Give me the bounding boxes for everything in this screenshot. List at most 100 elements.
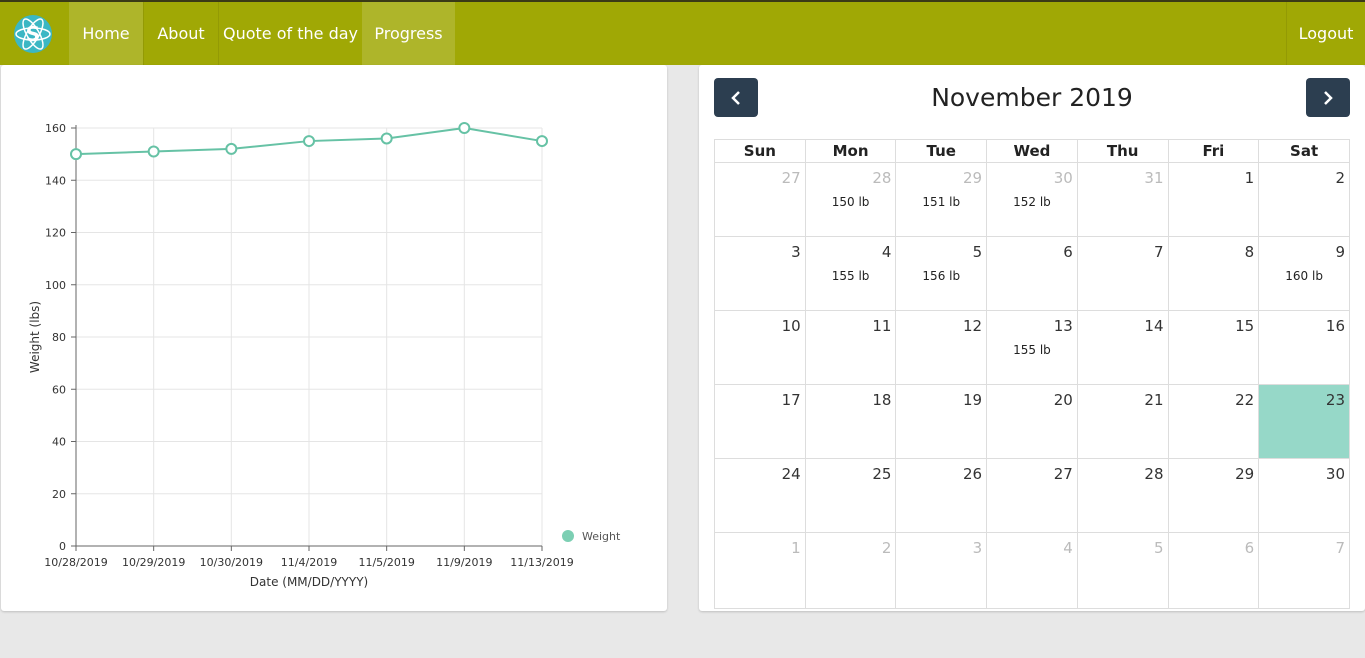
day-number: 4 bbox=[881, 243, 892, 261]
calendar-day[interactable]: 8 bbox=[1167, 236, 1260, 311]
weight-entry[interactable]: 160 lb bbox=[1259, 269, 1349, 283]
day-number: 13 bbox=[1053, 317, 1073, 335]
nav-home[interactable]: Home bbox=[69, 2, 143, 65]
calendar-day[interactable]: 30 152 lb bbox=[986, 162, 1078, 237]
calendar-day[interactable]: 15 bbox=[1167, 310, 1260, 385]
next-month-button[interactable] bbox=[1306, 78, 1350, 117]
day-number: 27 bbox=[1053, 465, 1073, 483]
calendar-day[interactable]: 1 bbox=[1167, 162, 1260, 237]
x-axis-label: Date (MM/DD/YYYY) bbox=[250, 575, 368, 589]
day-number: 21 bbox=[1144, 391, 1164, 409]
calendar-day[interactable]: 17 bbox=[714, 384, 806, 459]
x-tick-label: 11/5/2019 bbox=[358, 556, 414, 569]
weight-entry[interactable]: 155 lb bbox=[806, 269, 896, 283]
legend-marker bbox=[562, 530, 574, 542]
calendar-week-row: 10 11 12 13 155 lb 14 15 16 bbox=[714, 310, 1350, 385]
weekday-header: Sat bbox=[1258, 139, 1350, 163]
logout-button[interactable]: Logout bbox=[1287, 2, 1365, 65]
calendar-day[interactable]: 7 bbox=[1258, 532, 1350, 609]
day-number: 22 bbox=[1235, 391, 1255, 409]
calendar-day[interactable]: 28 bbox=[1076, 458, 1169, 533]
calendar-day[interactable]: 27 bbox=[986, 458, 1078, 533]
x-tick-label: 10/30/2019 bbox=[200, 556, 263, 569]
weight-entry[interactable]: 152 lb bbox=[987, 195, 1077, 209]
nav-quote-of-the-day[interactable]: Quote of the day bbox=[219, 2, 362, 65]
calendar-day[interactable]: 22 bbox=[1167, 384, 1260, 459]
calendar-day-today[interactable]: 23 bbox=[1258, 384, 1350, 459]
calendar-day[interactable]: 5 156 lb bbox=[895, 236, 988, 311]
y-tick-label: 160 bbox=[45, 122, 66, 135]
calendar-day[interactable]: 11 bbox=[804, 310, 897, 385]
calendar-week-row: 17 18 19 20 21 22 23 bbox=[714, 384, 1350, 459]
day-number: 8 bbox=[1244, 243, 1255, 261]
calendar-day[interactable]: 2 bbox=[804, 532, 897, 609]
calendar-day[interactable]: 14 bbox=[1076, 310, 1169, 385]
prev-month-button[interactable] bbox=[714, 78, 758, 117]
calendar-day[interactable]: 1 bbox=[714, 532, 806, 609]
weight-entry[interactable]: 155 lb bbox=[987, 343, 1077, 357]
calendar-day[interactable]: 6 bbox=[1167, 532, 1260, 609]
calendar-day[interactable]: 5 bbox=[1076, 532, 1169, 609]
day-number: 9 bbox=[1335, 243, 1345, 261]
calendar-week-row: 24 25 26 27 28 29 30 bbox=[714, 458, 1350, 533]
calendar-day[interactable]: 7 bbox=[1076, 236, 1169, 311]
weight-entry[interactable]: 151 lb bbox=[896, 195, 986, 209]
day-number: 3 bbox=[791, 243, 801, 261]
weight-data-point bbox=[147, 145, 160, 158]
calendar-day[interactable]: 13 155 lb bbox=[986, 310, 1078, 385]
calendar-day[interactable]: 2 bbox=[1258, 162, 1350, 237]
calendar-day[interactable]: 19 bbox=[895, 384, 988, 459]
weight-line-chart: 0 20 40 60 80 100 120 140 160 10/28/2019 10/29/201… bbox=[28, 122, 621, 589]
day-number: 23 bbox=[1325, 391, 1345, 409]
day-number: 28 bbox=[1144, 465, 1164, 483]
x-tick-label: 10/29/2019 bbox=[122, 556, 185, 569]
y-tick-label: 100 bbox=[45, 279, 66, 292]
calendar-day[interactable]: 28 150 lb bbox=[804, 162, 897, 237]
calendar-day[interactable]: 30 bbox=[1258, 458, 1350, 533]
day-number: 24 bbox=[781, 465, 801, 483]
calendar-day[interactable]: 21 bbox=[1076, 384, 1169, 459]
weight-entry[interactable]: 150 lb bbox=[806, 195, 896, 209]
calendar-day[interactable]: 6 bbox=[986, 236, 1078, 311]
calendar-day[interactable]: 25 bbox=[804, 458, 897, 533]
weight-data-point bbox=[70, 148, 82, 161]
day-number: 25 bbox=[872, 465, 892, 483]
calendar-day[interactable]: 29 bbox=[1167, 458, 1260, 533]
calendar-day[interactable]: 27 bbox=[714, 162, 806, 237]
legend-label: Weight bbox=[582, 530, 621, 543]
calendar-day[interactable]: 3 bbox=[714, 236, 806, 311]
nav-about[interactable]: About bbox=[144, 2, 218, 65]
y-tick-label: 20 bbox=[52, 488, 66, 501]
nav-progress[interactable]: Progress bbox=[362, 2, 455, 65]
x-tick-label: 11/4/2019 bbox=[281, 556, 337, 569]
x-tick-label: 10/28/2019 bbox=[44, 556, 107, 569]
weight-data-point bbox=[380, 132, 393, 145]
calendar-week-row: 27 28 150 lb 29 151 lb 30 152 lb 31 1 2 bbox=[714, 162, 1350, 237]
calendar-day[interactable]: 31 bbox=[1076, 162, 1169, 237]
calendar-day[interactable]: 12 bbox=[895, 310, 988, 385]
calendar-day[interactable]: 10 bbox=[714, 310, 806, 385]
y-tick-label: 60 bbox=[52, 383, 66, 396]
weight-data-point bbox=[536, 135, 548, 148]
weight-entry[interactable]: 156 lb bbox=[896, 269, 986, 283]
calendar-day[interactable]: 29 151 lb bbox=[895, 162, 988, 237]
day-number: 1 bbox=[1244, 169, 1255, 187]
calendar-day[interactable]: 26 bbox=[895, 458, 988, 533]
calendar-panel: November 2019 Sun Mon Tue Wed Thu Fri Sat 27 28… bbox=[699, 65, 1365, 611]
day-number: 5 bbox=[972, 243, 983, 261]
calendar-day[interactable]: 4 155 lb bbox=[804, 236, 897, 311]
calendar-day[interactable]: 3 bbox=[895, 532, 988, 609]
day-number: 4 bbox=[1063, 539, 1073, 557]
app-logo-icon[interactable]: S bbox=[13, 14, 53, 54]
calendar-day[interactable]: 18 bbox=[804, 384, 897, 459]
weekday-header: Tue bbox=[895, 139, 988, 163]
weight-data-point bbox=[225, 142, 238, 155]
day-number: 26 bbox=[963, 465, 983, 483]
calendar-day[interactable]: 16 bbox=[1258, 310, 1350, 385]
calendar-day[interactable]: 24 bbox=[714, 458, 806, 533]
calendar-day[interactable]: 4 bbox=[986, 532, 1078, 609]
calendar-day[interactable]: 9 160 lb bbox=[1258, 236, 1350, 311]
day-number: 15 bbox=[1235, 317, 1255, 335]
calendar-day[interactable]: 20 bbox=[986, 384, 1078, 459]
x-tick-label: 11/9/2019 bbox=[436, 556, 492, 569]
